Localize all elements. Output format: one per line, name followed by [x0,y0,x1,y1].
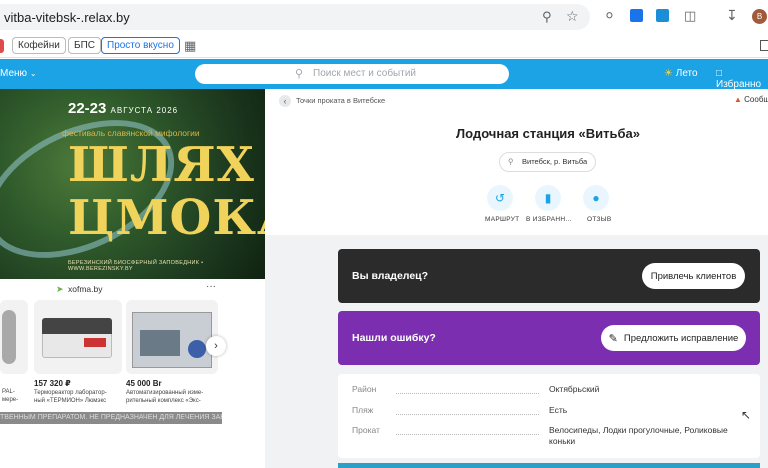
ad-date-month: АВГУСТА 2026 [110,106,179,115]
detail-key: Пляж [352,405,374,415]
bookmark-icon[interactable]: ▮ [535,185,561,211]
folder-icon[interactable] [760,40,768,51]
product-carousel: PAL- мере- 157 320 ₽ Терморeактор лабора… [0,300,226,410]
shield-extension-icon[interactable]: ⚪ [604,8,615,24]
report-label: Сообщ [744,95,768,104]
bookmark-prosto-vkusno[interactable]: Просто вкусно [101,37,180,54]
sun-icon: ☀ [664,68,673,79]
ad-title-line1: ШЛЯХ [68,137,255,193]
pencil-icon: ✎ [608,332,618,345]
review-label[interactable]: ОТЗЫВ [587,216,611,223]
ad-footer: БЕРЕЗИНСКИЙ БИОСФЕРНЫЙ ЗАПОВЕДНИК • WWW.… [68,260,204,272]
product-desc: PAL- мере- [2,388,18,404]
map-pin-icon: ⚲ [508,157,514,166]
festival-ad-banner[interactable]: 22-23 АВГУСТА 2026 фестиваль славянской … [0,89,265,279]
details-card: Район Октябрьский Пляж Есть Прокат Велос… [338,374,760,458]
favorites-button[interactable]: □ Избранно [716,68,768,90]
ad-source-line: ➤ xofma.by ··· [0,281,222,297]
downloads-icon[interactable]: ↧ [726,7,738,24]
favorite-label[interactable]: В ИЗБРАНН... [526,216,572,223]
address-chip[interactable]: ⚲ Витебск, р. Витьба [499,152,597,172]
search-icon: ⚲ [295,68,304,80]
product-image[interactable] [34,300,122,374]
error-banner: Нашли ошибку? ✎ Предложить исправление [338,311,760,365]
mouse-cursor: ↖ [741,408,752,422]
bookmark-coffee[interactable]: Кофейни [12,37,66,54]
star-icon[interactable]: ☆ [566,8,579,25]
browser-toolbar: vitba-vitebsk-.relax.by ⚲ ☆ ⚪ ◫ ↧ B [0,0,768,34]
search-input[interactable]: ⚲ Поиск мест и событий [195,64,509,84]
attract-clients-button[interactable]: Привлечь клиентов [642,263,745,289]
detail-key: Район [352,384,377,394]
place-card: ‹ Точки проката в Витебске ▲ Сообщ Лодоч… [265,89,768,235]
detail-key: Прокат [352,425,380,435]
bookmark-bps[interactable]: БПС [68,37,101,54]
detail-leader [396,414,539,415]
ad-title-line2: ЦМОКА [68,190,265,246]
sync-extension-icon[interactable] [656,9,669,22]
menu-label: Меню [0,68,28,79]
url-text[interactable]: vitba-vitebsk-.relax.by [4,10,130,25]
page-title: Лодочная станция «Витьба» [456,126,640,141]
bookmarks-bar: Кофейни БПС Просто вкусно ▦ [0,34,768,58]
comment-icon[interactable]: ● [583,185,609,211]
ad-disclaimer: ТВЕННЫМ ПРЕПАРАТОМ. НЕ ПРЕДНАЗНАЧЕН ДЛЯ … [0,412,222,424]
menu-button[interactable]: Меню ⌄ [0,68,37,79]
suggest-fix-label: Предложить исправление [623,332,739,344]
next-section-image [338,463,760,468]
site-header: Меню ⌄ ⚲ Поиск мест и событий ☀ Лето □ И… [0,59,768,90]
product-price: 157 320 ₽ [34,379,71,388]
more-options-icon[interactable]: ··· [206,281,216,292]
detail-value: Есть [549,405,568,415]
apps-grid-icon[interactable]: ▦ [184,38,196,54]
download-extension-icon[interactable] [630,9,643,22]
bookmark-icon: □ [716,68,723,79]
bookmark-favicon[interactable] [0,39,4,53]
suggest-fix-button[interactable]: ✎ Предложить исправление [601,325,746,351]
detail-value: Октябрьский [549,384,600,394]
ad-date-days: 22-23 [68,100,107,117]
product-desc: Терморeактор лаборатор- ный «ТЕРМИОН» Лю… [34,390,107,404]
product-image[interactable] [0,300,28,374]
route-icon[interactable]: ↺ [487,185,513,211]
back-arrow-icon[interactable]: ‹ [279,95,291,107]
owner-text: Вы владелец? [352,270,429,282]
weather-button[interactable]: ☀ Лето [664,68,698,79]
owner-banner: Вы владелец? Привлечь клиентов [338,249,760,303]
product-desc-text: PAL- мере- [2,389,19,403]
detail-leader [396,393,539,394]
warning-icon: ▲ [734,95,742,104]
chevron-down-icon: ⌄ [29,69,37,78]
detail-leader [396,434,539,435]
xofma-logo-icon: ➤ [56,284,64,294]
address-text: Витебск, р. Витьба [522,157,588,166]
ad-source[interactable]: xofma.by [68,284,103,294]
puzzle-icon[interactable]: ◫ [684,8,696,24]
weather-label: Лето [675,68,698,79]
product-desc: Автоматизированный изме- рительный компл… [126,390,204,404]
detail-value: Велосипеды, Лодки прогулочные, Роликовые… [549,425,728,446]
ad-date: 22-23 АВГУСТА 2026 [68,100,178,117]
search-placeholder: Поиск мест и событий [313,68,416,79]
carousel-next-button[interactable]: › [206,336,226,356]
error-text: Нашли ошибку? [352,332,436,344]
route-label[interactable]: МАРШРУТ [485,216,519,223]
product-price: 45 000 Br [126,379,162,388]
profile-avatar[interactable]: B [752,9,767,24]
breadcrumb[interactable]: Точки проката в Витебске [296,96,385,105]
zoom-icon[interactable]: ⚲ [542,9,552,25]
report-link[interactable]: ▲ Сообщ [734,95,768,104]
product-image[interactable] [126,300,218,374]
